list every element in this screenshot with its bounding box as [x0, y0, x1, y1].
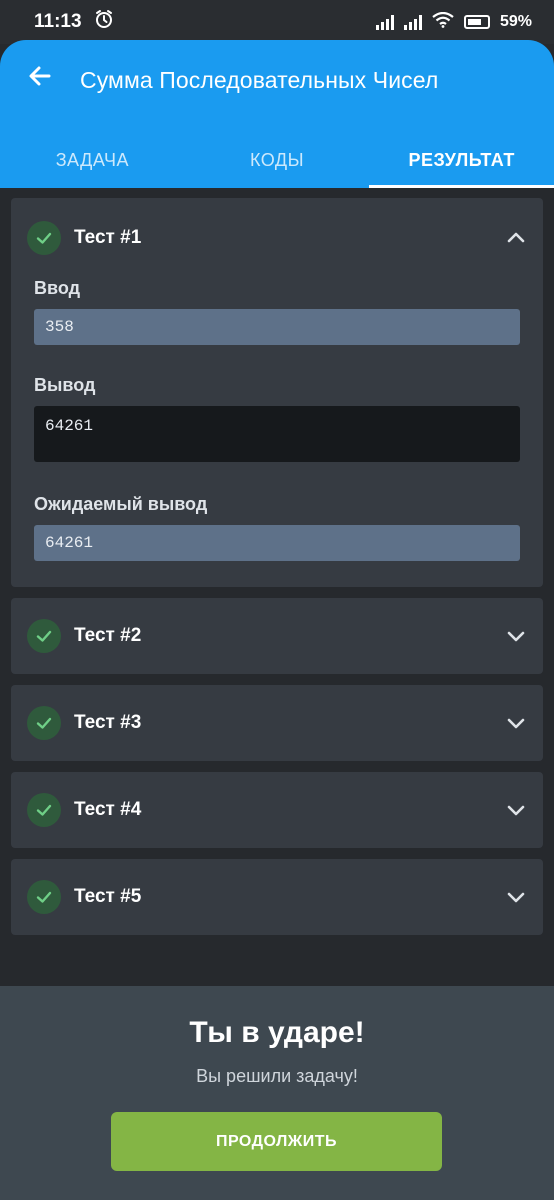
app-header: Сумма Последовательных Чисел ЗАДАЧА КОДЫ… [0, 40, 554, 188]
test-card-1: Тест #1 Ввод 358 Вывод 64261 Ожидаемый в… [11, 198, 543, 587]
test-title: Тест #5 [74, 886, 142, 907]
chevron-down-icon[interactable] [505, 886, 527, 908]
success-panel: Ты в ударе! Вы решили задачу! ПРОДОЛЖИТЬ [0, 986, 554, 1200]
chevron-down-icon[interactable] [505, 625, 527, 647]
check-icon [27, 706, 61, 740]
test-title: Тест #4 [74, 799, 142, 820]
continue-button[interactable]: ПРОДОЛЖИТЬ [111, 1112, 442, 1171]
test-title: Тест #3 [74, 712, 142, 733]
signal-icon [375, 14, 394, 30]
output-label: Вывод [34, 375, 96, 395]
input-label: Ввод [34, 278, 81, 298]
status-time: 11:13 [34, 11, 82, 32]
expected-output-value: 64261 [34, 525, 520, 561]
test-card-4: Тест #4 [11, 772, 543, 848]
test-header-5[interactable]: Тест #5 [11, 859, 543, 935]
expected-output-label: Ожидаемый вывод [34, 494, 208, 514]
tab-result[interactable]: РЕЗУЛЬТАТ [369, 132, 554, 188]
battery-icon [463, 15, 490, 29]
success-title: Ты в ударе! [189, 1016, 365, 1049]
page-title: Сумма Последовательных Чисел [80, 67, 439, 93]
status-bar: 11:13 59% [0, 0, 554, 44]
tab-bar: ЗАДАЧА КОДЫ РЕЗУЛЬТАТ [0, 132, 554, 188]
test-header-1[interactable]: Тест #1 [11, 198, 543, 278]
signal-icon-2 [403, 14, 422, 30]
alarm-icon [94, 9, 114, 35]
test-header-4[interactable]: Тест #4 [11, 772, 543, 848]
success-subtitle: Вы решили задачу! [196, 1066, 358, 1086]
test-list: Тест #1 Ввод 358 Вывод 64261 Ожидаемый в… [11, 198, 543, 946]
check-icon [27, 221, 61, 255]
test-header-3[interactable]: Тест #3 [11, 685, 543, 761]
check-icon [27, 793, 61, 827]
test-details: Ввод 358 Вывод 64261 Ожидаемый вывод 642… [11, 278, 543, 587]
back-button[interactable] [24, 62, 56, 94]
test-title: Тест #2 [74, 625, 142, 646]
test-card-2: Тест #2 [11, 598, 543, 674]
arrow-left-icon [27, 63, 53, 94]
chevron-down-icon[interactable] [505, 712, 527, 734]
input-value: 358 [34, 309, 520, 345]
check-icon [27, 619, 61, 653]
output-value: 64261 [34, 406, 520, 462]
battery-level: 59% [499, 13, 532, 30]
tab-task[interactable]: ЗАДАЧА [0, 132, 185, 188]
check-icon [27, 880, 61, 914]
wifi-icon [432, 11, 454, 33]
chevron-up-icon[interactable] [505, 227, 527, 249]
test-card-5: Тест #5 [11, 859, 543, 935]
tab-codes[interactable]: КОДЫ [185, 132, 370, 188]
test-header-2[interactable]: Тест #2 [11, 598, 543, 674]
chevron-down-icon[interactable] [505, 799, 527, 821]
test-title: Тест #1 [74, 227, 142, 248]
test-card-3: Тест #3 [11, 685, 543, 761]
